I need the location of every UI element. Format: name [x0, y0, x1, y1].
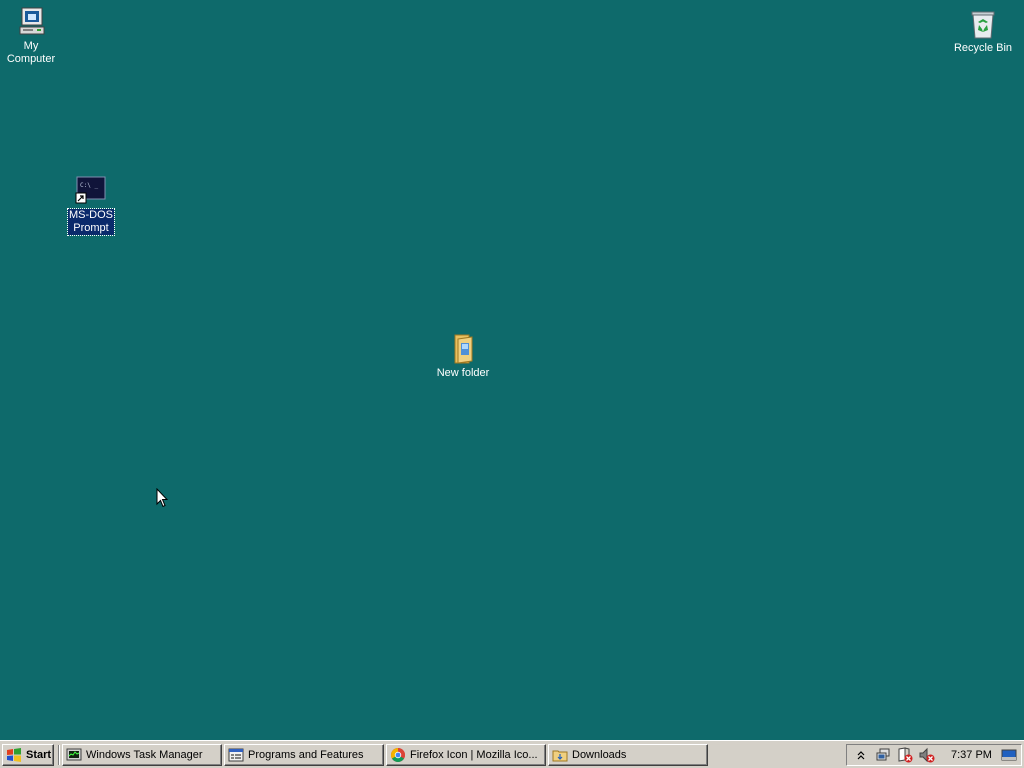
task-label: Windows Task Manager	[86, 749, 203, 761]
desktop-icon-my-computer[interactable]: My Computer	[0, 6, 62, 66]
task-manager-icon	[66, 747, 82, 763]
recycle-bin-icon	[967, 8, 999, 40]
show-hidden-icons-chevron-icon[interactable]	[853, 747, 869, 763]
svg-text:C:\ _: C:\ _	[80, 182, 98, 189]
my-computer-icon	[15, 6, 47, 38]
taskbar-button-downloads[interactable]: Downloads	[548, 744, 708, 766]
taskbar: Start Windows Task Manager Programs and …	[0, 740, 1024, 768]
desktop[interactable]: My Computer Recycle Bin C:\ _ MS-DOS Pro…	[0, 0, 1024, 740]
desktop-icon-label: New folder	[436, 367, 490, 379]
taskbar-button-firefox-icon-page[interactable]: Firefox Icon | Mozilla Ico...	[386, 744, 546, 766]
action-center-warning-icon[interactable]	[897, 747, 913, 763]
system-tray: 7:37 PM	[846, 744, 1022, 766]
desktop-icon-label: Recycle Bin	[953, 42, 1013, 54]
taskbar-button-task-manager[interactable]: Windows Task Manager	[62, 744, 222, 766]
desktop-icon-recycle-bin[interactable]: Recycle Bin	[950, 8, 1016, 55]
msdos-prompt-icon: C:\ _	[75, 175, 107, 207]
windows-flag-icon	[6, 747, 22, 763]
start-button[interactable]: Start	[2, 744, 54, 766]
task-label: Firefox Icon | Mozilla Ico...	[410, 749, 538, 761]
programs-features-icon	[228, 747, 244, 763]
task-label: Programs and Features	[248, 749, 364, 761]
clock[interactable]: 7:37 PM	[951, 749, 999, 761]
taskbar-button-programs-and-features[interactable]: Programs and Features	[224, 744, 384, 766]
show-desktop-icon[interactable]	[1001, 747, 1017, 763]
desktop-icon-label: My Computer	[6, 40, 56, 65]
network-icon[interactable]	[875, 747, 891, 763]
taskbar-separator	[58, 745, 60, 765]
folder-icon	[447, 333, 479, 365]
mouse-cursor-icon	[156, 487, 169, 508]
desktop-icon-label: MS-DOS Prompt	[67, 208, 115, 236]
chrome-icon	[390, 747, 406, 763]
desktop-icon-new-folder[interactable]: New folder	[430, 333, 496, 380]
start-label: Start	[26, 749, 52, 761]
desktop-icon-msdos-prompt[interactable]: C:\ _ MS-DOS Prompt	[66, 175, 116, 236]
folder-icon	[552, 747, 568, 763]
volume-muted-icon[interactable]	[919, 747, 935, 763]
task-label: Downloads	[572, 749, 627, 761]
